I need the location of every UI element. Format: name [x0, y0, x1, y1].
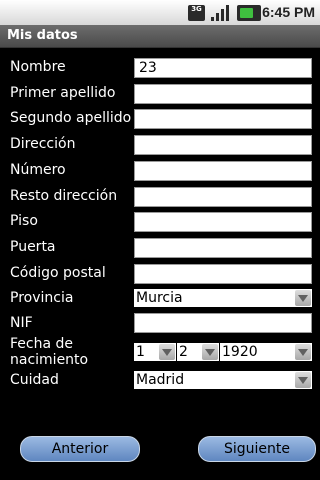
piso-input[interactable]	[134, 212, 312, 232]
chevron-down-icon	[295, 290, 311, 306]
status-time: 6:45 PM	[262, 4, 315, 20]
direccion-label: Dirección	[10, 136, 76, 152]
chevron-down-icon	[295, 372, 311, 388]
chevron-down-icon	[202, 344, 218, 360]
provincia-selected: Murcia	[136, 290, 183, 306]
puerta-label: Puerta	[10, 239, 56, 255]
battery-charging-icon	[237, 5, 261, 21]
birth-month-select[interactable]: 2	[177, 343, 219, 361]
codigo-postal-label: Código postal	[10, 265, 106, 281]
direccion-input[interactable]	[134, 135, 312, 155]
birth-month-selected: 2	[179, 344, 188, 360]
birth-day-selected: 1	[136, 344, 145, 360]
codigo-postal-input[interactable]	[134, 264, 312, 284]
network-label: 3G	[191, 5, 202, 13]
nombre-label: Nombre	[10, 59, 66, 75]
birth-day-select[interactable]: 1	[134, 343, 176, 361]
primer-apellido-label: Primer apellido	[10, 85, 116, 101]
cuidad-select[interactable]: Madrid	[134, 371, 312, 389]
nif-input[interactable]	[134, 313, 312, 333]
chevron-down-icon	[295, 344, 311, 360]
birth-year-selected: 1920	[222, 344, 258, 360]
provincia-select[interactable]: Murcia	[134, 289, 312, 307]
segundo-apellido-input[interactable]	[134, 109, 312, 129]
piso-label: Piso	[10, 213, 38, 229]
cuidad-selected: Madrid	[136, 372, 185, 388]
nombre-input[interactable]: 23	[134, 58, 312, 78]
page-title: Mis datos	[7, 28, 78, 43]
anterior-button[interactable]: Anterior	[20, 436, 140, 462]
resto-direccion-label: Resto dirección	[10, 188, 118, 204]
puerta-input[interactable]	[134, 238, 312, 258]
fecha-nacimiento-label: Fecha de nacimiento	[10, 336, 89, 368]
numero-label: Número	[10, 162, 66, 178]
numero-input[interactable]	[134, 161, 312, 181]
signal-bars-icon	[211, 5, 231, 21]
nif-label: NIF	[10, 315, 33, 331]
birth-year-select[interactable]: 1920	[220, 343, 312, 361]
siguiente-button[interactable]: Siguiente	[198, 436, 316, 462]
primer-apellido-input[interactable]	[134, 84, 312, 104]
cuidad-label: Cuidad	[10, 372, 59, 388]
chevron-down-icon	[159, 344, 175, 360]
provincia-label: Provincia	[10, 290, 74, 306]
title-bar: Mis datos	[0, 25, 320, 48]
status-bar: 3G 6:45 PM	[0, 0, 320, 25]
segundo-apellido-label: Segundo apellido	[10, 110, 132, 126]
3g-icon: 3G	[188, 5, 205, 21]
resto-direccion-input[interactable]	[134, 187, 312, 207]
